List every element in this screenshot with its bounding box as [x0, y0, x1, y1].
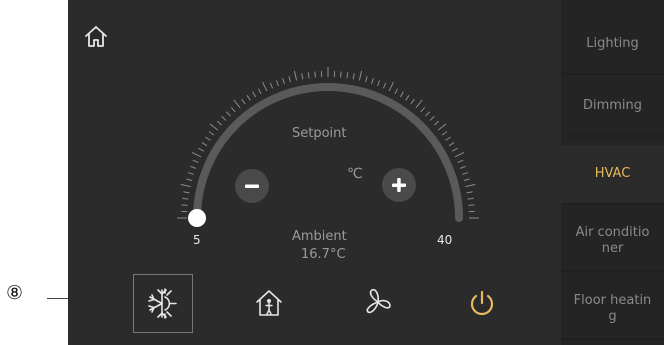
dial-tick: [437, 123, 447, 131]
dial-tick: [433, 120, 440, 126]
dial-tick: [257, 88, 262, 95]
dial-tick: [186, 178, 193, 181]
dial-tick: [226, 111, 231, 117]
dial-tick: [352, 73, 355, 80]
dial-tick: [301, 73, 304, 80]
dial-tick: [346, 72, 349, 79]
dial-tick: [415, 99, 423, 109]
ambient-label: Ambient: [292, 229, 347, 244]
sidebar-item-label: HVAC: [594, 166, 631, 181]
power-button[interactable]: [467, 288, 497, 318]
sidebar-item-air-conditioner[interactable]: Air conditio ner: [561, 212, 664, 272]
sidebar-item-lighting[interactable]: Lighting: [561, 15, 664, 75]
dial-tick: [208, 131, 215, 136]
minus-icon: [245, 184, 259, 188]
dial-tick: [394, 88, 399, 95]
dial-tick: [459, 165, 466, 169]
fan-icon: [366, 288, 391, 314]
sidebar-item-label: Lighting: [586, 36, 639, 51]
dial-tick: [461, 172, 468, 175]
dial-tick: [465, 183, 476, 188]
dial-tick: [466, 191, 473, 194]
dial-tick: [420, 106, 426, 113]
dial-tick: [388, 81, 394, 92]
dial-tick: [405, 95, 410, 101]
dial-tick: [371, 78, 374, 85]
dial-tick: [192, 159, 199, 164]
dial-tick: [201, 142, 208, 147]
dial-tick: [307, 72, 310, 79]
setpoint-label: Setpoint: [292, 126, 347, 141]
dial-tick: [188, 172, 195, 175]
sidebar-item-label-line2: g: [608, 309, 617, 324]
ambient-value: 16.7°C: [301, 247, 346, 262]
setpoint-knob[interactable]: [188, 209, 206, 227]
dial-tick: [221, 116, 227, 121]
dial-tick: [282, 78, 285, 85]
decrease-button[interactable]: [235, 169, 269, 203]
dial-tick: [252, 91, 257, 98]
dial-tick: [181, 204, 188, 206]
dial-tick: [269, 82, 274, 89]
dial-tick: [468, 204, 475, 206]
mode-button-frame[interactable]: [133, 274, 193, 333]
dial-tick: [182, 197, 189, 200]
fan-button[interactable]: [363, 287, 393, 317]
sidebar: Lighting Dimming HVAC Air conditio ner F…: [561, 0, 664, 345]
dial-tick: [183, 191, 190, 194]
dial-tick: [340, 71, 342, 78]
dial-tick: [288, 76, 291, 83]
dial-tick: [410, 98, 415, 105]
dial-max-label: 40: [437, 233, 453, 247]
sidebar-item-label-line1: Floor heatin: [573, 293, 652, 308]
dial-tick: [382, 82, 387, 89]
dial-tick: [314, 71, 316, 78]
dial-min-label: 5: [193, 233, 201, 247]
dial-tick: [180, 183, 191, 188]
sidebar-item-dimming[interactable]: Dimming: [561, 77, 664, 137]
dial-tick: [399, 91, 404, 98]
snowflake-sun-icon: [148, 288, 177, 319]
dial-tick: [429, 116, 435, 121]
plus-icon: [392, 178, 406, 192]
dial-tick: [358, 70, 363, 81]
dial-tick: [241, 98, 246, 105]
dial-tick: [205, 136, 211, 141]
dial-tick: [233, 99, 241, 109]
dial-tick: [216, 120, 223, 126]
dial-tick: [451, 147, 458, 152]
dial-tick: [246, 95, 251, 101]
dial-tick: [441, 131, 448, 136]
dial-tick: [365, 76, 368, 83]
sidebar-item-floor-heating[interactable]: Floor heatin g: [561, 280, 664, 340]
sidebar-item-label-line2: ner: [601, 241, 624, 256]
dial-tick: [191, 152, 202, 158]
dial-tick: [275, 80, 279, 87]
dial-tick: [445, 136, 451, 141]
dial-tick: [448, 142, 455, 147]
dial-tick: [262, 81, 268, 92]
sidebar-item-label: Dimming: [582, 98, 643, 113]
dial-tick: [463, 178, 470, 181]
sidebar-item-hvac[interactable]: HVAC: [561, 145, 664, 205]
dial-tick: [209, 123, 219, 131]
sidebar-item-label-line1: Air conditio: [575, 225, 650, 240]
dial-tick: [467, 197, 474, 200]
dial-tick: [425, 111, 430, 117]
dial-tick: [457, 159, 464, 164]
home-person-icon: [256, 290, 282, 316]
dial-tick: [198, 147, 205, 152]
dial-tick: [230, 106, 236, 113]
dial-tick: [377, 80, 381, 87]
dial-tick: [293, 70, 298, 81]
dial-tick: [454, 152, 465, 158]
dial-tick: [190, 165, 197, 169]
increase-button[interactable]: [382, 168, 416, 202]
unit-label: ℃: [347, 166, 363, 182]
power-icon: [470, 290, 494, 316]
home-mode-button[interactable]: [254, 288, 284, 318]
